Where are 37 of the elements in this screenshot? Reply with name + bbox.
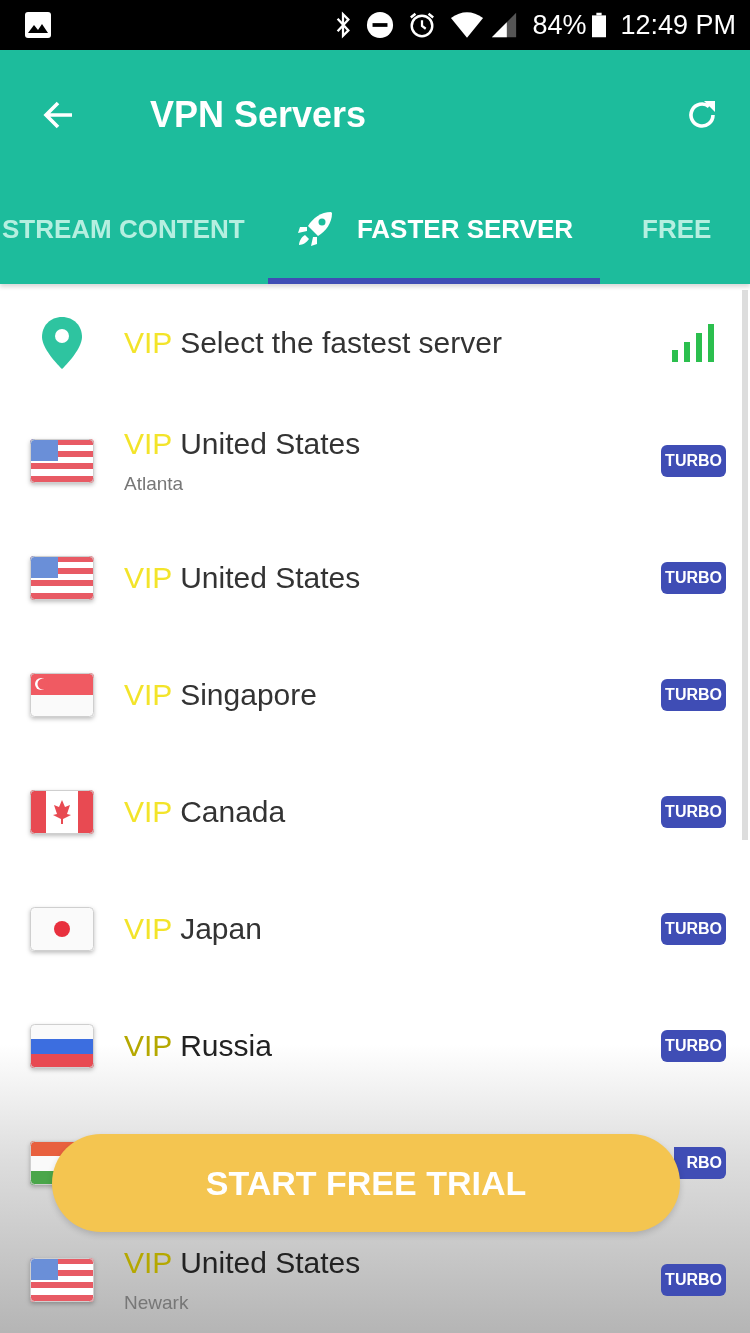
flag-icon — [30, 906, 94, 951]
turbo-badge: TURBO — [661, 1263, 726, 1296]
bluetooth-icon — [334, 11, 353, 39]
turbo-badge: TURBO — [661, 912, 726, 945]
alarm-icon — [408, 11, 437, 39]
status-time: 12:49 PM — [620, 9, 736, 41]
server-city: Atlanta — [124, 472, 185, 495]
server-name[interactable]: VIP Canada — [124, 794, 662, 829]
wifi-icon — [450, 11, 485, 39]
turbo-badge: RBO — [674, 1146, 726, 1179]
image-icon — [24, 11, 52, 39]
server-name[interactable]: VIP Russia — [124, 1028, 662, 1063]
turbo-badge: TURBO — [661, 1029, 726, 1062]
turbo-badge: TURBO — [661, 561, 726, 594]
battery-percent: 84% — [532, 9, 587, 41]
flag-icon — [30, 438, 94, 483]
server-city: Newark — [124, 1291, 190, 1314]
server-name[interactable]: VIP United States — [124, 560, 662, 595]
flag-icon — [30, 1023, 94, 1068]
flag-icon — [30, 1257, 94, 1302]
do-not-disturb-icon — [366, 11, 395, 39]
battery-icon — [592, 12, 607, 38]
server-name[interactable]: VIP Singapore — [124, 677, 662, 712]
cell-signal-icon — [490, 11, 519, 39]
signal-strength-icon — [672, 324, 716, 362]
server-name[interactable]: VIP Japan — [124, 911, 662, 946]
server-name[interactable]: VIP United States — [124, 1245, 662, 1280]
screen-title: VPN Servers — [150, 94, 368, 136]
flag-icon — [30, 672, 94, 717]
flag-icon — [30, 555, 94, 600]
turbo-badge: TURBO — [661, 678, 726, 711]
turbo-badge: TURBO — [661, 444, 726, 477]
server-name[interactable]: VIP United States — [124, 426, 662, 461]
turbo-badge: TURBO — [661, 795, 726, 828]
server-name[interactable]: VIP Select the fastest server — [124, 326, 672, 360]
location-pin-icon — [40, 315, 84, 371]
flag-icon — [30, 789, 94, 834]
